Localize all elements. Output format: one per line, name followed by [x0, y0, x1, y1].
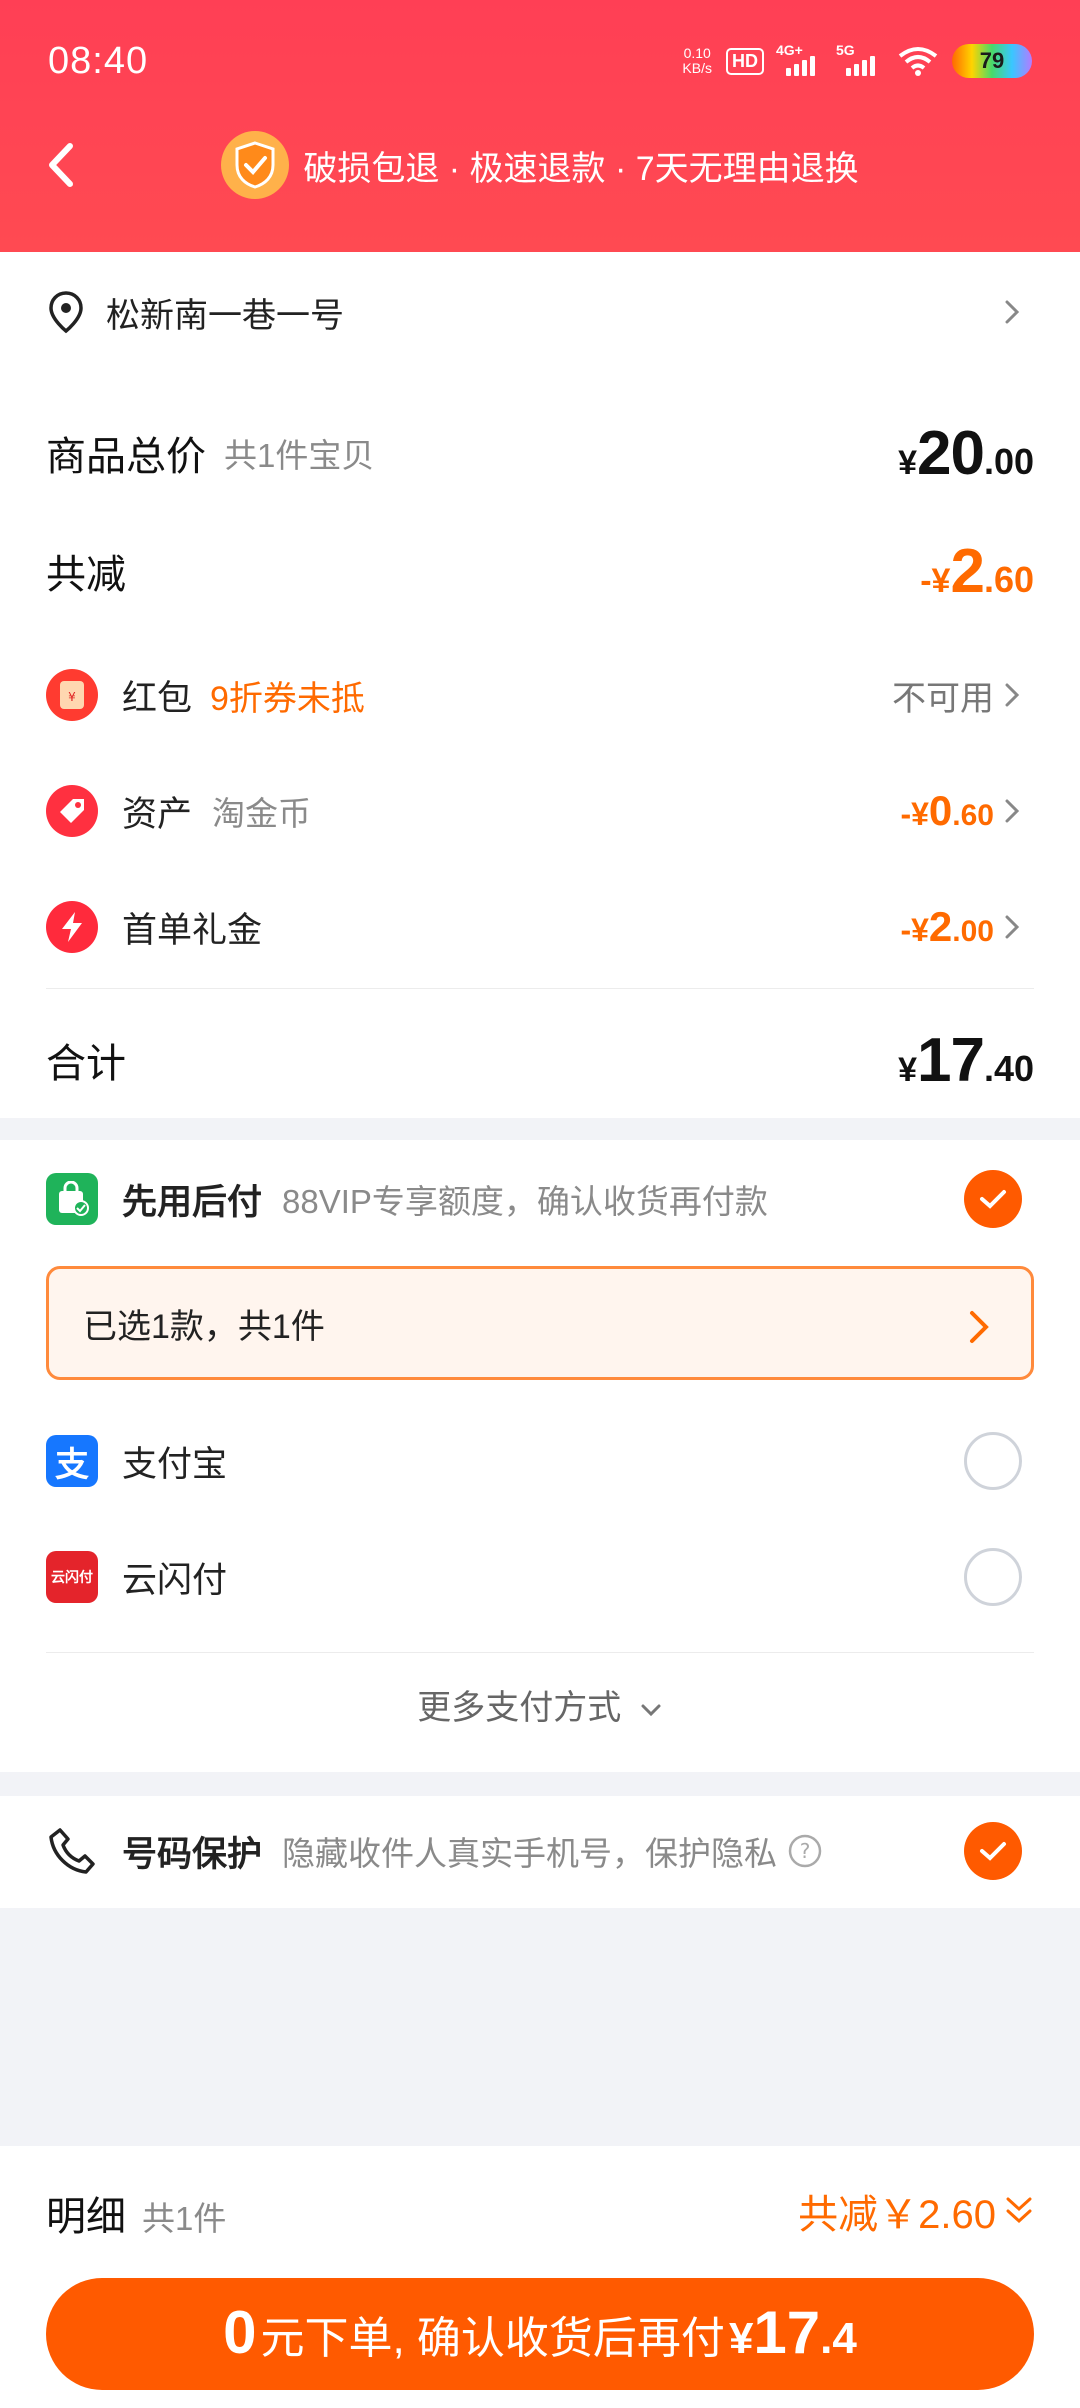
- address-text: 松新南一巷一号: [106, 296, 344, 335]
- total-price: ¥17.40: [898, 1025, 1034, 1095]
- unionpay-radio[interactable]: [964, 1548, 1022, 1606]
- wifi-icon: [898, 47, 938, 76]
- lightning-icon: [46, 901, 98, 953]
- bottom-bar: 明细 共1件 共减￥2.60 0 元下单, 确认收货后再付 ¥ 17 .4: [0, 2146, 1080, 2408]
- detail-summary[interactable]: 明细 共1件: [46, 2184, 226, 2242]
- selected-items-text: 已选1款，共1件: [83, 1307, 325, 1346]
- discount-price: -¥ 2.60: [920, 536, 1034, 606]
- payment-card: 先用后付 88VIP专享额度，确认收货再付款 已选1款，共1件 支 支付宝 云闪…: [0, 1140, 1080, 1772]
- unionpay-row[interactable]: 云闪付 云闪付: [46, 1542, 1034, 1612]
- alipay-icon: 支: [46, 1435, 98, 1487]
- subtotal-count: 共1件宝贝: [224, 437, 375, 474]
- alipay-row[interactable]: 支 支付宝: [46, 1426, 1034, 1496]
- red-packet-status: 不可用: [892, 679, 994, 718]
- number-protect-note: 隐藏收件人真实手机号，保护隐私: [282, 1835, 778, 1872]
- assets-row[interactable]: 资产 淘金币 -¥ 0.60: [46, 776, 1034, 846]
- chevron-right-icon: [1005, 683, 1020, 707]
- order-summary-card: 松新南一巷一号 商品总价 共1件宝贝 ¥20.00 共减 -¥ 2.60 ¥ 红包…: [0, 252, 1080, 1118]
- battery-icon: 79: [952, 44, 1032, 78]
- address-row[interactable]: 松新南一巷一号: [46, 282, 1034, 342]
- net-speed: 0.10 KB/s: [682, 45, 712, 76]
- help-icon[interactable]: ?: [787, 1833, 823, 1869]
- shield-icon: [221, 131, 290, 199]
- unionpay-icon: 云闪付: [46, 1551, 98, 1603]
- chevron-right-icon: [1005, 300, 1020, 324]
- subtotal-label: 商品总价: [46, 435, 206, 479]
- number-protect-label: 号码保护: [122, 1834, 263, 1874]
- phone-icon: [49, 1828, 95, 1874]
- signal-icon-4g: 4G+: [776, 42, 824, 76]
- svg-text:¥: ¥: [68, 690, 76, 704]
- nav-bar: 破损包退 · 极速退款 · 7天无理由退换: [0, 120, 1080, 210]
- location-pin-icon: [49, 291, 83, 334]
- divider: [46, 988, 1034, 989]
- place-order-button[interactable]: 0 元下单, 确认收货后再付 ¥ 17 .4: [46, 2278, 1034, 2390]
- subtotal-row: 商品总价 共1件宝贝 ¥20.00: [46, 418, 1034, 488]
- svg-text:?: ?: [800, 1839, 811, 1863]
- shopping-bag-icon: [46, 1173, 98, 1225]
- pay-later-row[interactable]: 先用后付 88VIP专享额度，确认收货再付款: [46, 1164, 1034, 1234]
- selected-items-box[interactable]: 已选1款，共1件: [46, 1266, 1034, 1380]
- divider: [46, 1652, 1034, 1653]
- chevron-down-icon: [641, 1704, 661, 1717]
- red-packet-row[interactable]: ¥ 红包 9折券未抵 不可用: [46, 660, 1034, 730]
- assets-price: -¥ 0.60: [900, 787, 994, 834]
- number-protect-row[interactable]: 号码保护 隐藏收件人真实手机号，保护隐私 ?: [46, 1816, 1034, 1886]
- total-label: 合计: [46, 1042, 126, 1086]
- red-packet-icon: ¥: [46, 669, 98, 721]
- hd-icon: HD: [726, 47, 764, 75]
- chevron-right-icon: [970, 1311, 989, 1343]
- pay-later-note: 88VIP专享额度，确认收货再付款: [282, 1183, 768, 1220]
- status-bar: 08:40 0.10 KB/s HD 4G+ 5G 79: [48, 36, 1032, 86]
- back-icon[interactable]: [38, 138, 88, 192]
- chevron-right-icon: [1005, 799, 1020, 823]
- chevron-right-icon: [1005, 915, 1020, 939]
- status-time: 08:40: [48, 39, 149, 82]
- guarantee-text: 破损包退 · 极速退款 · 7天无理由退换: [303, 149, 859, 188]
- double-chevron-down-icon: [1006, 2197, 1032, 2224]
- total-row: 合计 ¥17.40: [46, 1022, 1034, 1098]
- signal-icon-5g: 5G: [836, 42, 884, 76]
- saving-text: 共减￥2.60: [798, 2193, 996, 2237]
- subtotal-price: ¥20.00: [898, 418, 1034, 488]
- privacy-card: 号码保护 隐藏收件人真实手机号，保护隐私 ?: [0, 1796, 1080, 1908]
- saving-toggle[interactable]: 共减￥2.60: [798, 2182, 1034, 2240]
- pay-later-check[interactable]: [964, 1170, 1022, 1228]
- pay-later-label: 先用后付: [122, 1182, 263, 1222]
- number-protect-check[interactable]: [964, 1822, 1022, 1880]
- discount-label: 共减: [46, 553, 126, 597]
- discount-row: 共减 -¥ 2.60: [46, 536, 1034, 606]
- unionpay-label: 云闪付: [122, 1560, 228, 1600]
- tag-icon: [46, 785, 98, 837]
- alipay-label: 支付宝: [122, 1444, 228, 1484]
- header: 08:40 0.10 KB/s HD 4G+ 5G 79 破损包退 · 极速退款…: [0, 0, 1080, 252]
- alipay-radio[interactable]: [964, 1432, 1022, 1490]
- more-payment-methods[interactable]: 更多支付方式: [0, 1680, 1080, 1729]
- first-order-gift-price: -¥ 2.00: [900, 903, 994, 950]
- guarantee-banner[interactable]: 破损包退 · 极速退款 · 7天无理由退换: [221, 131, 859, 199]
- first-order-gift-row[interactable]: 首单礼金 -¥ 2.00: [46, 892, 1034, 962]
- status-icons: 0.10 KB/s HD 4G+ 5G 79: [682, 42, 1032, 78]
